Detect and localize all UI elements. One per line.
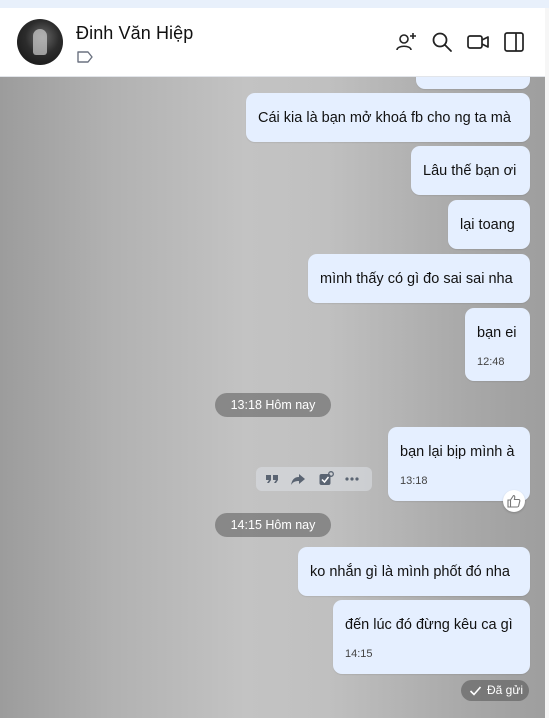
message-text: bạn ei [477, 325, 517, 341]
quote-icon[interactable] [264, 471, 280, 487]
date-separator: 13:18 Hôm nay [215, 393, 331, 417]
add-member-icon[interactable] [394, 30, 418, 54]
sent-status-badge: Đã gửi [461, 680, 529, 701]
message-bubble[interactable]: đến lúc đó đừng kêu ca gì 14:15 [333, 600, 530, 674]
message-bubble[interactable]: mình thấy có gì đo sai sai nha [308, 254, 530, 303]
forward-icon[interactable] [290, 471, 306, 487]
message-bubble[interactable]: Cái kia là bạn mở khoá fb cho ng ta mà [246, 93, 530, 142]
message-actions-toolbar [256, 467, 372, 491]
message-bubble[interactable]: bạn ei 12:48 [465, 308, 530, 381]
reaction-button[interactable] [503, 490, 525, 512]
sent-status-label: Đã gửi [487, 683, 524, 697]
message-bubble[interactable] [416, 77, 530, 89]
avatar[interactable] [17, 19, 63, 65]
more-icon[interactable] [344, 471, 360, 487]
thumbs-up-icon [507, 494, 521, 508]
date-separator: 14:15 Hôm nay [215, 513, 331, 537]
chat-header: Đinh Văn Hiệp [0, 8, 545, 77]
chat-area: Cái kia là bạn mở khoá fb cho ng ta mà L… [0, 77, 545, 718]
check-icon [469, 686, 482, 696]
contact-name[interactable]: Đinh Văn Hiệp [76, 23, 193, 44]
message-bubble[interactable]: lại toang [448, 200, 530, 249]
search-icon[interactable] [430, 30, 454, 54]
message-bubble[interactable]: ko nhắn gì là mình phốt đó nha [298, 547, 530, 596]
message-text: mình thấy có gì đo sai sai nha [320, 271, 513, 287]
task-icon[interactable] [318, 471, 334, 487]
message-bubble[interactable]: Lâu thế bạn ơi [411, 146, 530, 195]
video-call-icon[interactable] [466, 30, 490, 54]
message-time: 12:48 [477, 356, 505, 368]
message-text: bạn lại bịp mình à [400, 444, 515, 460]
message-time: 14:15 [345, 648, 373, 660]
scrollbar[interactable] [545, 8, 549, 718]
message-text: ko nhắn gì là mình phốt đó nha [310, 564, 510, 580]
message-text: đến lúc đó đừng kêu ca gì [345, 617, 513, 633]
message-text: Cái kia là bạn mở khoá fb cho ng ta mà [258, 110, 511, 126]
tag-icon[interactable] [76, 50, 94, 64]
message-text: Lâu thế bạn ơi [423, 163, 517, 179]
message-text: lại toang [460, 217, 515, 233]
message-time: 13:18 [400, 475, 428, 487]
sidebar-toggle-icon[interactable] [502, 30, 526, 54]
